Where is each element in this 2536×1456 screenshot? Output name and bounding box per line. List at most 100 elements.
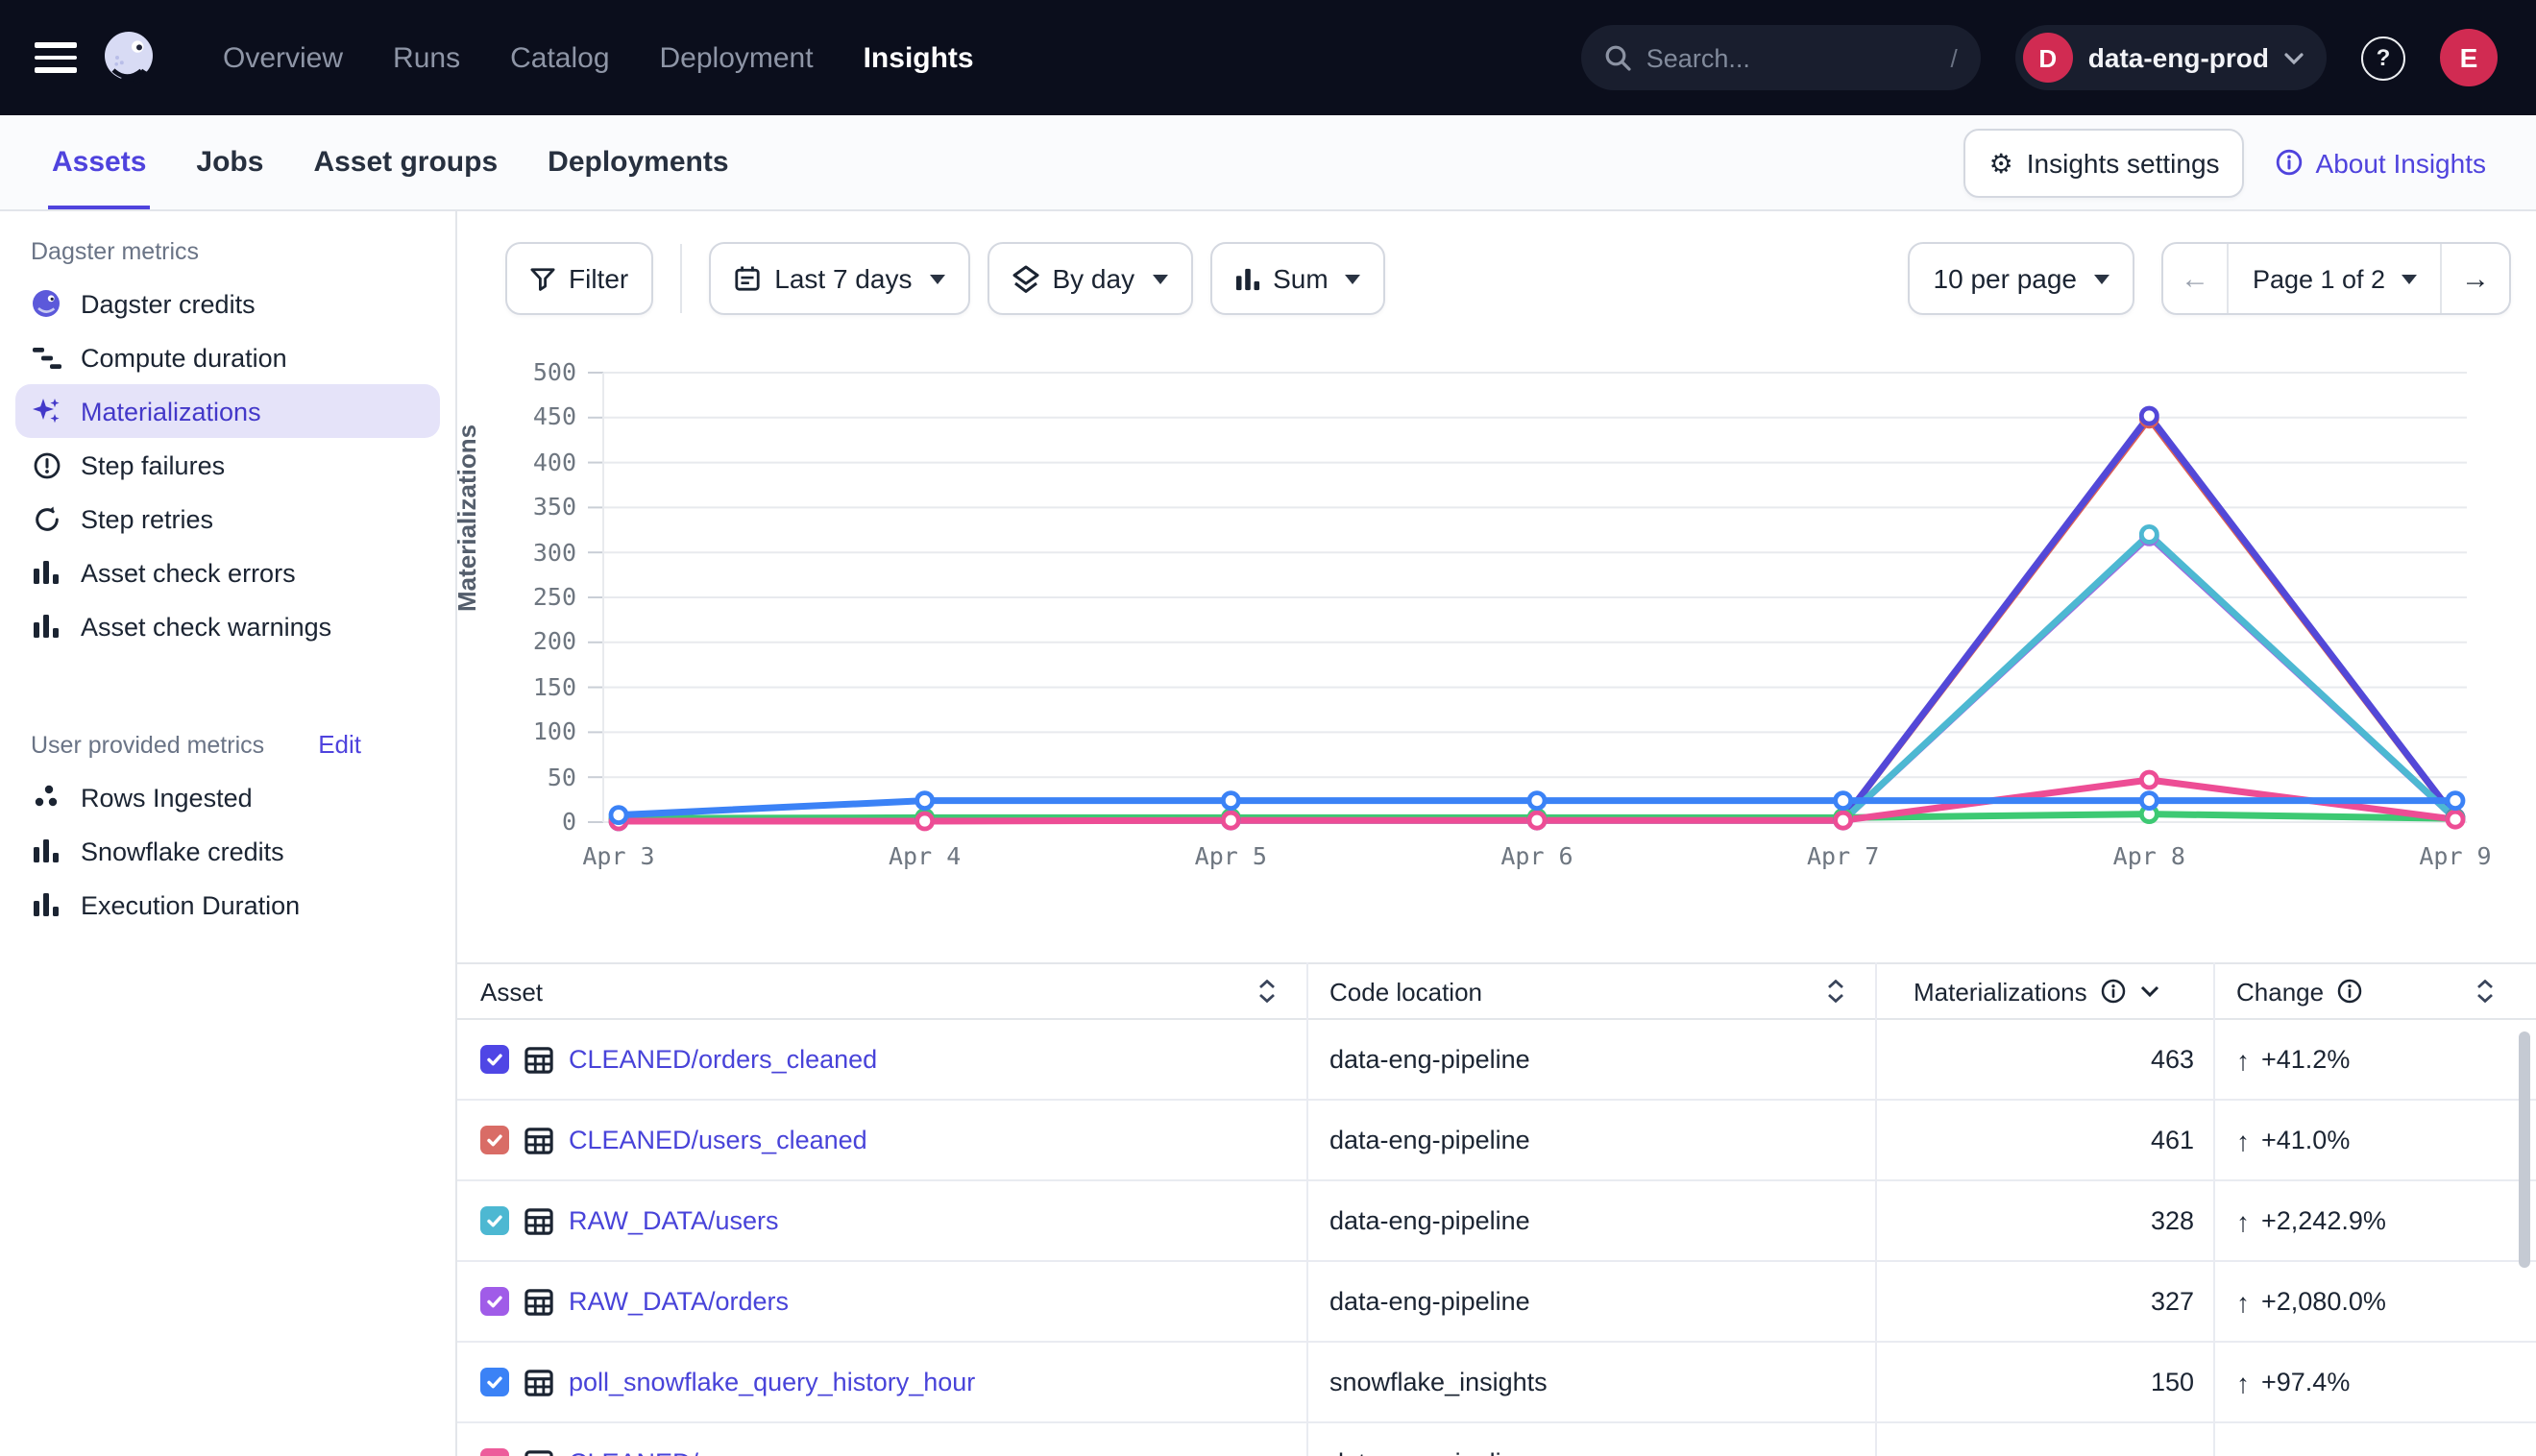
group-by-button[interactable]: By day xyxy=(987,242,1192,315)
dagster-metrics-header: Dagster metrics xyxy=(0,211,455,277)
change-value: +41.2% xyxy=(2261,1045,2350,1074)
table-asset-icon xyxy=(524,1207,553,1234)
row-checkbox[interactable] xyxy=(480,1368,509,1396)
help-icon[interactable]: ? xyxy=(2361,36,2405,80)
sidebar-item-compute-duration[interactable]: Compute duration xyxy=(0,330,455,384)
nav-deployment[interactable]: Deployment xyxy=(660,41,814,74)
refresh-icon xyxy=(31,503,61,534)
sidebar-item-asset-check-warnings[interactable]: Asset check warnings xyxy=(0,599,455,653)
deployment-switcher[interactable]: D data-eng-prod xyxy=(2015,25,2327,90)
asset-link[interactable]: RAW_DATA/orders xyxy=(569,1287,789,1316)
vertical-scrollbar[interactable] xyxy=(2519,1031,2530,1268)
sort-icon[interactable] xyxy=(1827,980,1844,1003)
table-asset-icon xyxy=(524,1369,553,1395)
caret-down-icon xyxy=(1346,274,1361,283)
bar-chart-icon xyxy=(31,557,61,588)
sidebar-item-dagster-credits[interactable]: Dagster credits xyxy=(0,277,455,330)
row-checkbox[interactable] xyxy=(480,1206,509,1235)
y-tick-label: 350 xyxy=(442,490,576,524)
menu-icon[interactable] xyxy=(35,42,77,73)
bar-chart-icon xyxy=(31,836,61,866)
next-page-button[interactable]: → xyxy=(2442,244,2509,313)
x-tick-label: Apr 3 xyxy=(542,841,695,870)
caret-down-icon xyxy=(2401,274,2416,283)
y-tick-label: 500 xyxy=(442,355,576,390)
nav-overview[interactable]: Overview xyxy=(223,41,343,74)
chevron-down-icon[interactable] xyxy=(2141,985,2160,997)
header-asset[interactable]: Asset xyxy=(457,977,1306,1006)
up-arrow-icon: ↑ xyxy=(2236,1286,2250,1317)
x-tick-label: Apr 9 xyxy=(2378,841,2532,870)
y-tick-label: 150 xyxy=(442,670,576,705)
about-insights-link[interactable]: About Insights xyxy=(2276,147,2486,178)
table-row: CLEANED/orders_cleaned data-eng-pipeline… xyxy=(457,1020,2536,1101)
code-location: data-eng-pipeline xyxy=(1329,1448,1530,1456)
page-indicator[interactable]: Page 1 of 2 xyxy=(2229,244,2442,313)
sparkles-icon xyxy=(31,396,61,426)
y-tick-label: 50 xyxy=(442,760,576,794)
search-input[interactable]: Search... / xyxy=(1581,25,1981,90)
edit-metrics-link[interactable]: Edit xyxy=(318,730,361,759)
prev-page-button[interactable]: ← xyxy=(2163,244,2229,313)
sidebar-item-step-retries[interactable]: Step retries xyxy=(0,492,455,546)
tab-jobs[interactable]: Jobs xyxy=(196,115,263,209)
code-location: data-eng-pipeline xyxy=(1329,1206,1530,1235)
header-materializations[interactable]: Materializations xyxy=(1875,977,2213,1006)
materializations-value: 328 xyxy=(2151,1206,2194,1235)
sidebar-item-materializations[interactable]: Materializations xyxy=(15,384,440,438)
code-location: snowflake_insights xyxy=(1329,1368,1548,1396)
up-arrow-icon: ↑ xyxy=(2236,1044,2250,1075)
x-tick-label: Apr 6 xyxy=(1460,841,1614,870)
sidebar-item-rows-ingested[interactable]: Rows Ingested xyxy=(0,770,455,824)
table-asset-icon xyxy=(524,1046,553,1073)
asset-link[interactable]: CLEANED/users_cleaned xyxy=(569,1126,867,1154)
row-checkbox[interactable] xyxy=(480,1287,509,1316)
x-axis-ticks: Apr 3Apr 4Apr 5Apr 6Apr 7Apr 8Apr 9 xyxy=(588,841,2475,880)
user-avatar[interactable]: E xyxy=(2440,29,2498,86)
insights-settings-button[interactable]: ⚙ Insights settings xyxy=(1964,128,2245,197)
header-code-location[interactable]: Code location xyxy=(1306,977,1875,1006)
y-tick-label: 200 xyxy=(442,625,576,660)
x-tick-label: Apr 8 xyxy=(2072,841,2226,870)
bar-chart-icon xyxy=(1234,266,1259,291)
sidebar-item-step-failures[interactable]: Step failures xyxy=(0,438,455,492)
sidebar-item-snowflake-credits[interactable]: Snowflake credits xyxy=(0,824,455,878)
per-page-select[interactable]: 10 per page xyxy=(1909,242,2134,315)
sidebar-item-asset-check-errors[interactable]: Asset check errors xyxy=(0,546,455,599)
duration-icon xyxy=(31,342,61,373)
table-row: RAW_DATA/orders data-eng-pipeline 327 ↑+… xyxy=(457,1262,2536,1343)
sidebar-item-execution-duration[interactable]: Execution Duration xyxy=(0,878,455,932)
asset-link[interactable]: CLEANED/orders_cleaned xyxy=(569,1045,877,1074)
sort-icon[interactable] xyxy=(1258,980,1276,1003)
column-divider xyxy=(2213,962,2215,1456)
deployment-name: data-eng-prod xyxy=(2088,42,2269,73)
insights-subnav: Assets Jobs Asset groups Deployments ⚙ I… xyxy=(0,115,2536,211)
header-change[interactable]: Change xyxy=(2213,977,2517,1006)
search-shortcut-hint: / xyxy=(1951,43,1958,72)
alert-circle-icon xyxy=(31,449,61,480)
table-asset-icon xyxy=(524,1288,553,1315)
date-range-button[interactable]: Last 7 days xyxy=(709,242,969,315)
materializations-value: 461 xyxy=(2151,1126,2194,1154)
up-arrow-icon: ↑ xyxy=(2236,1125,2250,1155)
chart-toolbar: Filter Last 7 days By day Sum 10 per pag… xyxy=(457,211,2536,346)
y-tick-label: 450 xyxy=(442,400,576,435)
table-header-row: Asset Code location Materializations xyxy=(457,962,2536,1020)
aggregation-button[interactable]: Sum xyxy=(1209,242,1386,315)
tab-assets[interactable]: Assets xyxy=(52,115,146,209)
top-nav: Overview Runs Catalog Deployment Insight… xyxy=(0,0,2536,115)
row-checkbox[interactable] xyxy=(480,1448,509,1456)
top-nav-right: Search... / D data-eng-prod ? E xyxy=(1581,25,2536,90)
nav-insights[interactable]: Insights xyxy=(864,41,974,74)
row-checkbox[interactable] xyxy=(480,1126,509,1154)
asset-link[interactable]: CLEANED/… xyxy=(569,1448,724,1456)
asset-link[interactable]: RAW_DATA/users xyxy=(569,1206,779,1235)
gear-icon: ⚙ xyxy=(1989,149,2013,176)
table-asset-icon xyxy=(524,1127,553,1153)
octopus-icon xyxy=(31,288,61,319)
sort-icon[interactable] xyxy=(2476,980,2494,1003)
up-arrow-icon: ↑ xyxy=(2236,1205,2250,1236)
row-checkbox[interactable] xyxy=(480,1045,509,1074)
asset-link[interactable]: poll_snowflake_query_history_hour xyxy=(569,1368,975,1396)
bar-chart-icon xyxy=(31,611,61,642)
